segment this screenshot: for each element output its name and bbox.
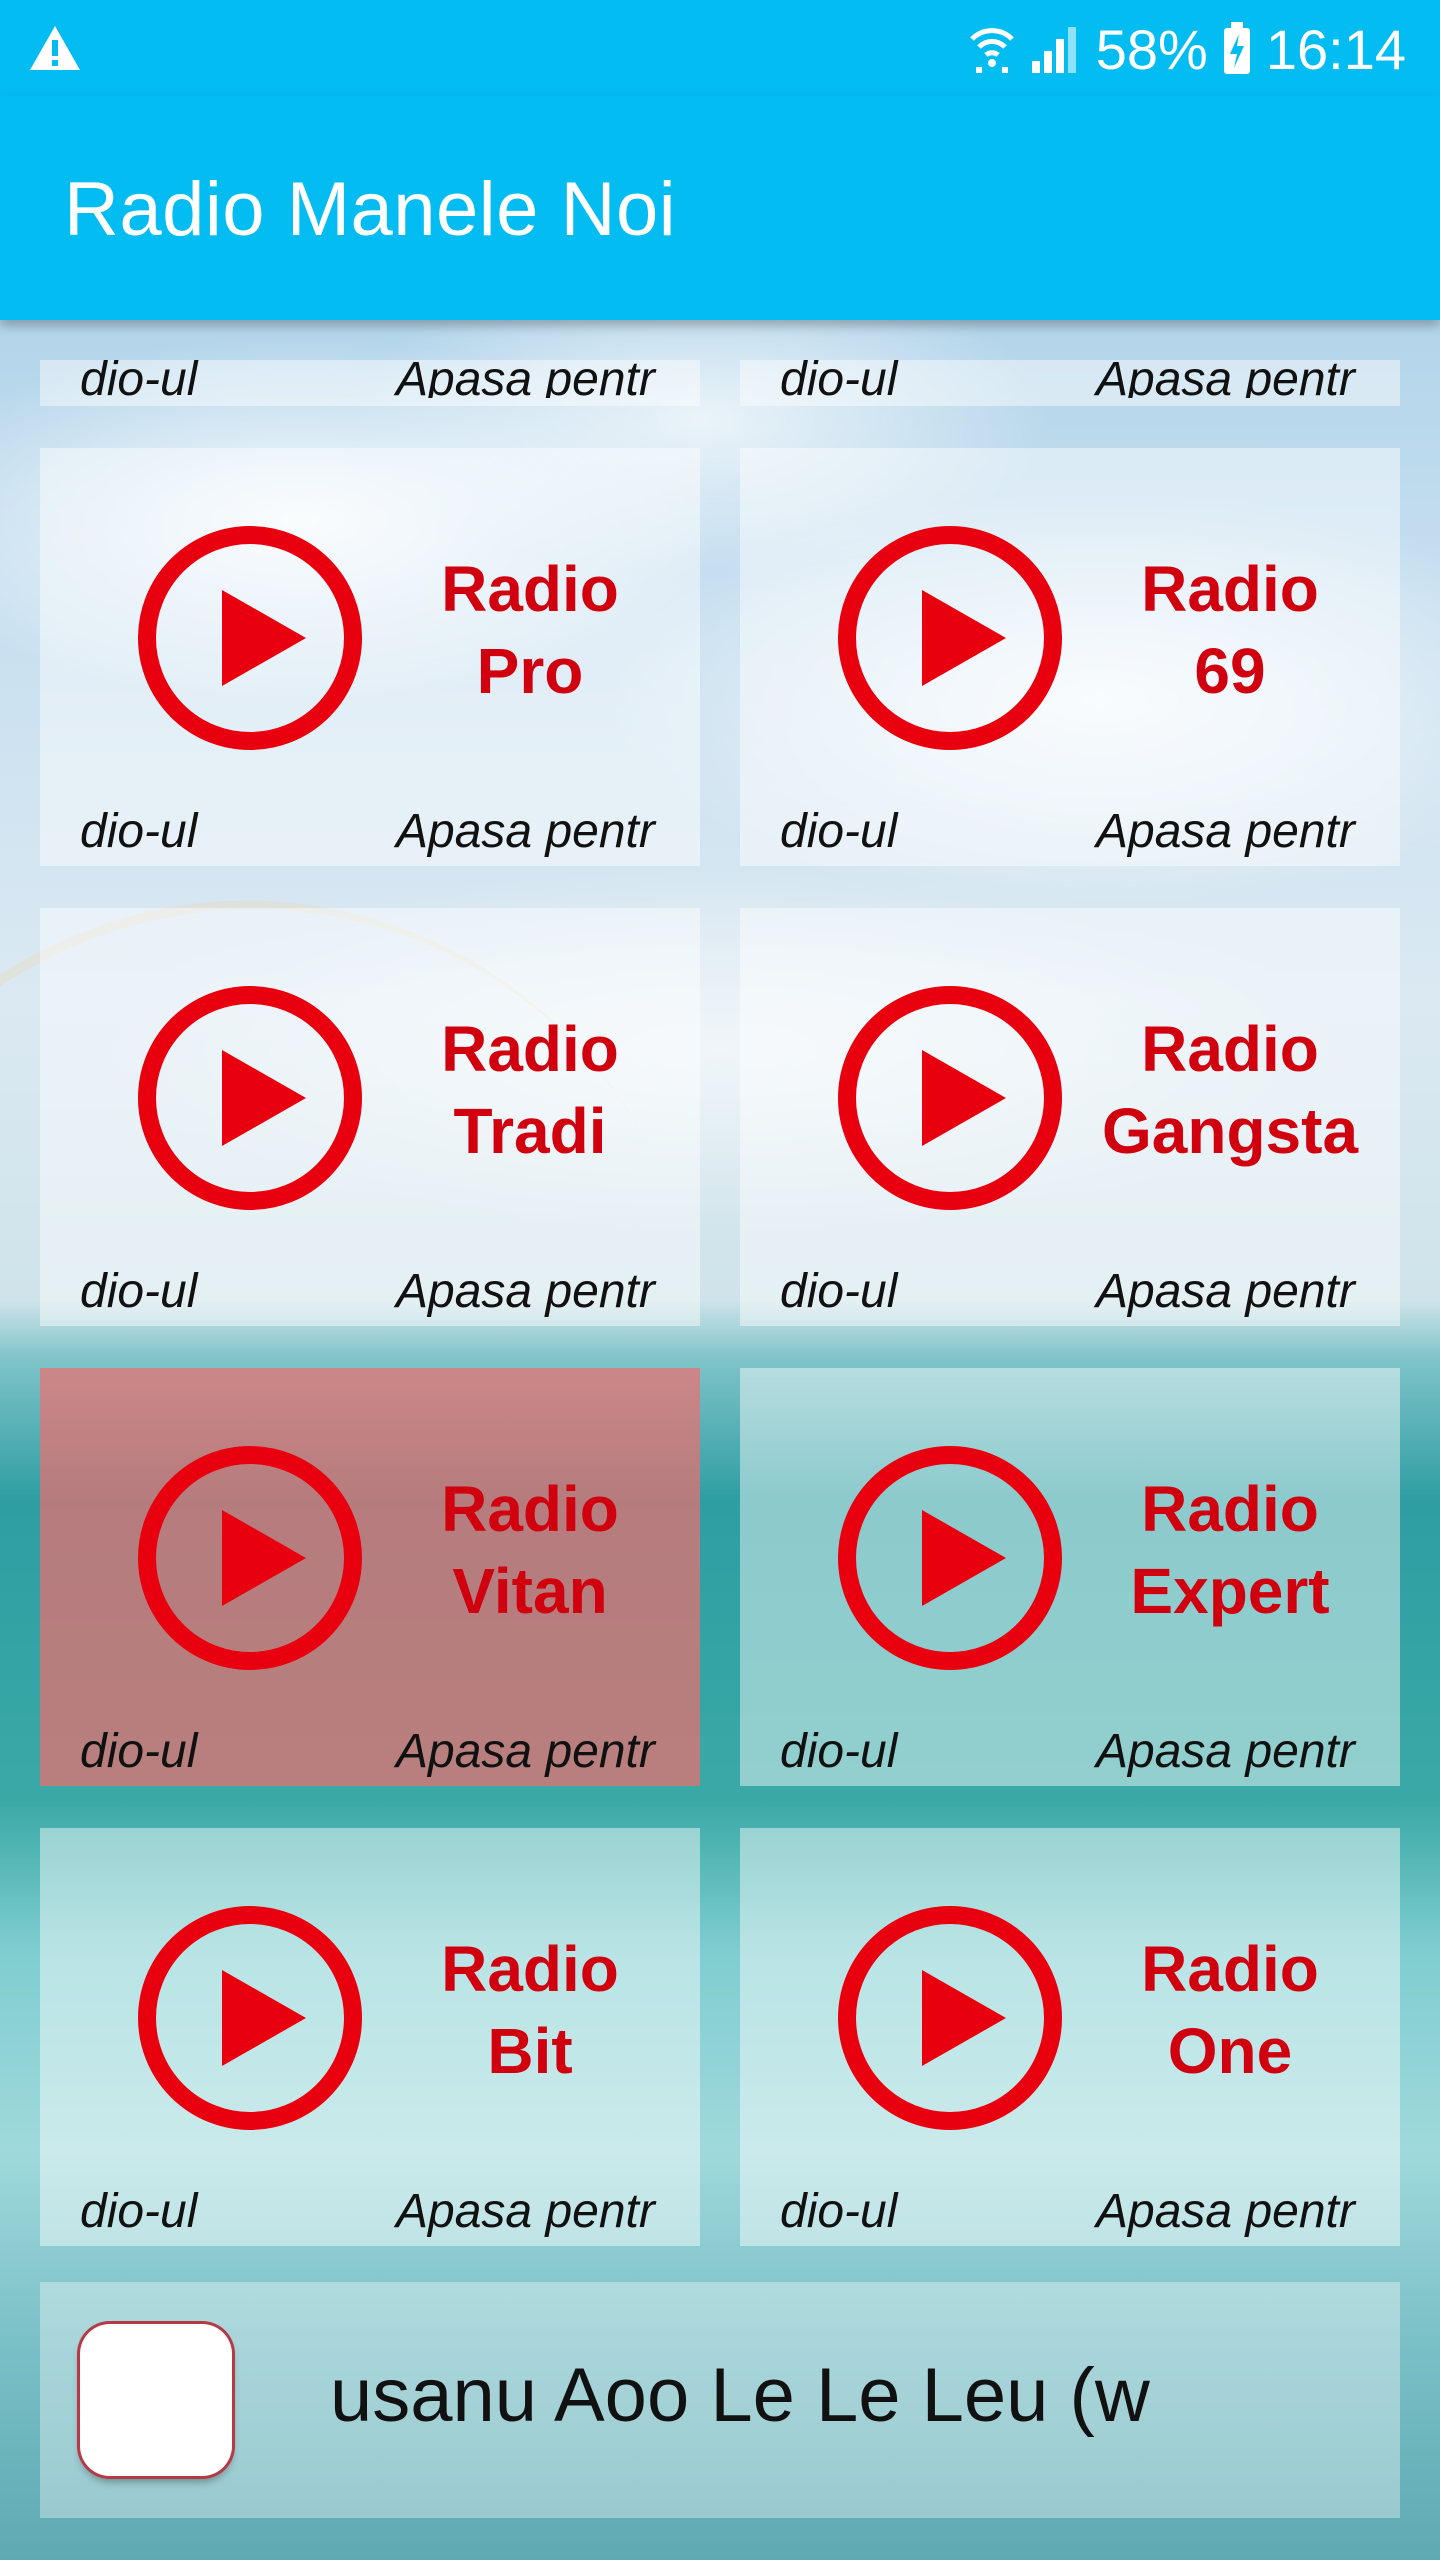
app-title: Radio Manele Noi [64, 167, 677, 252]
station-card-radio-vitan[interactable]: Radio Vitan dio-ul Apasa pentr [40, 1368, 700, 1786]
battery-charging-icon [1223, 22, 1250, 74]
station-marquee: dio-ul Apasa pentr [780, 1725, 1355, 1778]
status-bar: 58% 16:14 [0, 0, 1440, 96]
station-card-radio-one[interactable]: Radio One dio-ul Apasa pentr [740, 1828, 1400, 2246]
warning-icon [30, 26, 80, 70]
station-card-radio-bit[interactable]: Radio Bit dio-ul Apasa pentr [40, 1828, 700, 2246]
station-marquee: dio-ul Apasa pentr [80, 1725, 655, 1778]
signal-icon [1031, 27, 1076, 73]
station-marquee: dio-ul Apasa pentr [780, 2185, 1355, 2238]
now-playing-bar: usanu Aoo Le Le Leu (w [40, 2282, 1400, 2518]
station-marquee: dio-ul Apasa pentr [80, 2185, 655, 2238]
station-name: Radio One [1141, 1933, 1319, 2087]
station-name: Radio Vitan [441, 1473, 619, 1627]
stop-button[interactable] [80, 2324, 232, 2476]
station-marquee: dio-ul Apasa pentr [780, 805, 1355, 858]
play-icon[interactable] [136, 984, 364, 1212]
station-card-radio-gangsta[interactable]: Radio Gangsta dio-ul Apasa pentr [740, 908, 1400, 1326]
station-marquee: dio-ul Apasa pentr [780, 353, 1355, 398]
station-name: Radio Pro [441, 553, 619, 707]
station-name: Radio Expert [1130, 1473, 1330, 1627]
station-card-radio-expert[interactable]: Radio Expert dio-ul Apasa pentr [740, 1368, 1400, 1786]
station-card-radio-tradi[interactable]: Radio Tradi dio-ul Apasa pentr [40, 908, 700, 1326]
clock: 16:14 [1265, 17, 1406, 81]
station-marquee: dio-ul Apasa pentr [80, 1265, 655, 1318]
play-icon[interactable] [836, 524, 1064, 752]
station-card-radio-69[interactable]: Radio 69 dio-ul Apasa pentr [740, 448, 1400, 866]
station-grid: dio-ul Apasa pentr dio-ul Apasa pentr Ra… [40, 320, 1400, 2270]
station-card-partial-left[interactable]: dio-ul Apasa pentr [40, 353, 700, 406]
status-icons: 58% 16:14 [968, 14, 1406, 84]
station-name: Radio Gangsta [1101, 1013, 1359, 1167]
app-bar: Radio Manele Noi [0, 96, 1440, 320]
play-icon[interactable] [136, 524, 364, 752]
station-name: Radio Tradi [441, 1013, 619, 1167]
play-icon[interactable] [836, 1444, 1064, 1672]
wifi-icon [969, 28, 1014, 73]
play-icon[interactable] [136, 1904, 364, 2132]
play-icon[interactable] [136, 1444, 364, 1672]
play-icon[interactable] [836, 984, 1064, 1212]
station-name: Radio 69 [1141, 553, 1319, 707]
station-name: Radio Bit [441, 1933, 619, 2087]
station-marquee: dio-ul Apasa pentr [80, 805, 655, 858]
station-card-radio-pro[interactable]: Radio Pro dio-ul Apasa pentr [40, 448, 700, 866]
station-card-partial-right[interactable]: dio-ul Apasa pentr [740, 353, 1400, 406]
battery-percent: 58% [1095, 17, 1208, 81]
station-marquee: dio-ul Apasa pentr [80, 353, 655, 398]
station-marquee: dio-ul Apasa pentr [780, 1265, 1355, 1318]
now-playing-text: usanu Aoo Le Le Leu (w [330, 2353, 1150, 2438]
play-icon[interactable] [836, 1904, 1064, 2132]
